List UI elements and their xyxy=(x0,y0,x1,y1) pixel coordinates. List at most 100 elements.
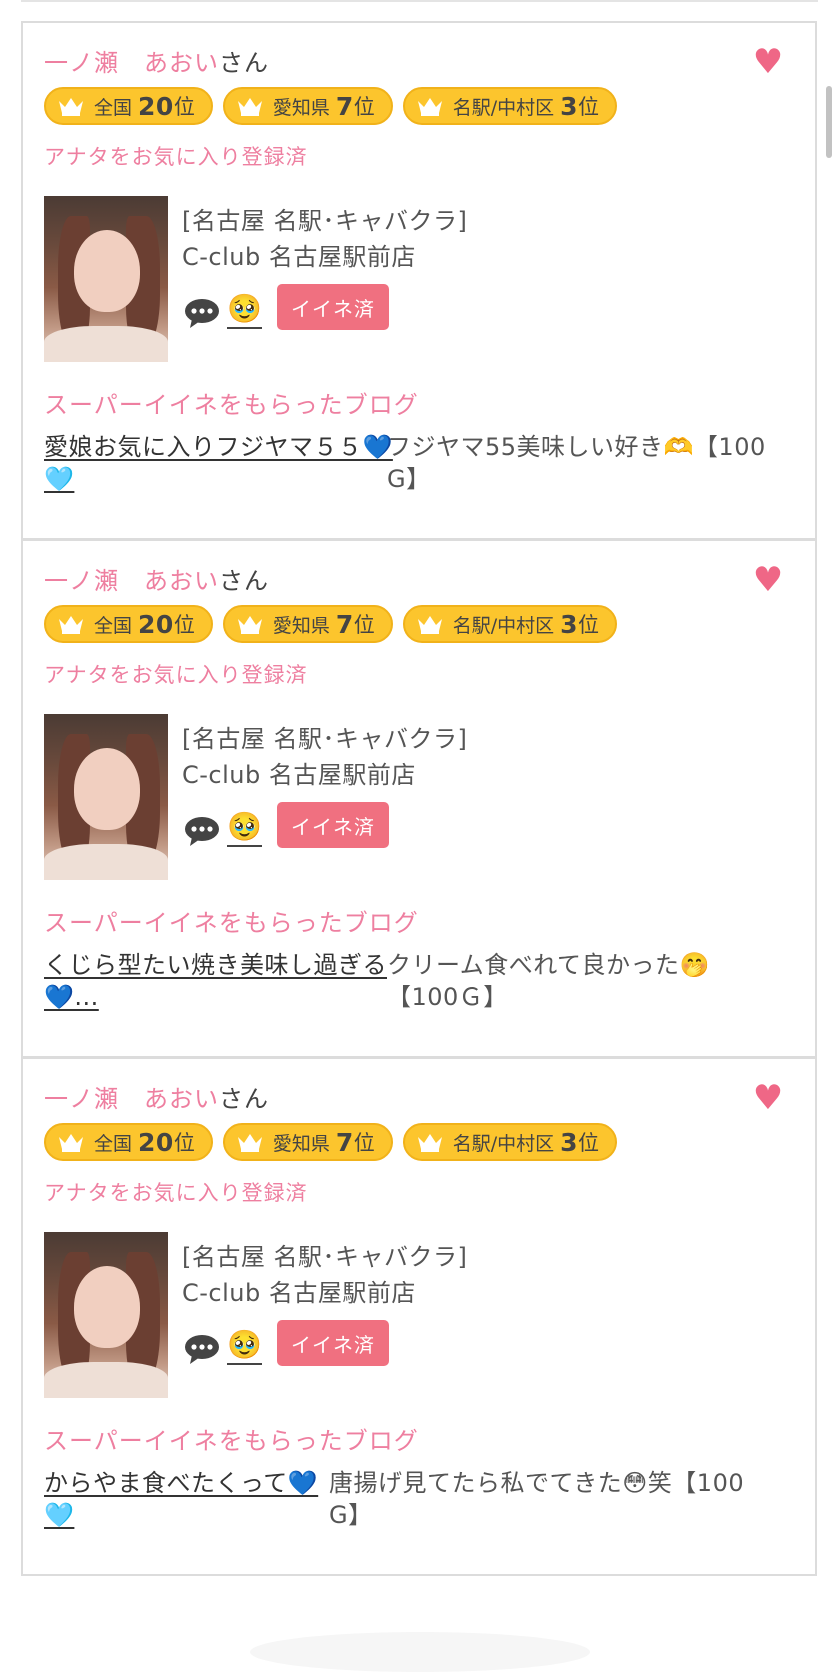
rank-area: 全国 xyxy=(94,614,133,637)
favorite-status: アナタをお気に入り登録済 xyxy=(44,145,308,169)
user-name-row: 一ノ瀬 あおいさん xyxy=(44,561,269,596)
rank-badge-prefecture[interactable]: 愛知県 7 位 xyxy=(222,87,393,125)
chat-bubble-icon[interactable] xyxy=(184,297,220,329)
rank-number: 3 xyxy=(560,91,579,121)
shop-category: [名古屋 名駅･キャバクラ] xyxy=(182,1243,468,1271)
reaction-emoji[interactable]: 🥹 xyxy=(227,1327,262,1365)
avatar[interactable] xyxy=(44,714,168,880)
rank-area: 全国 xyxy=(94,96,133,119)
heart-icon[interactable]: ♥ xyxy=(751,45,785,79)
supporter-card: 一ノ瀬 あおいさん ♥ 全国 20 位 愛知県 7 位 名駅/中村区 3 位 アナタをお気に… xyxy=(21,21,817,540)
rank-area: 名駅/中村区 xyxy=(452,614,555,637)
scrollbar[interactable] xyxy=(826,86,832,158)
rank-suffix: 位 xyxy=(578,95,600,119)
user-name[interactable]: 一ノ瀬 あおい xyxy=(44,49,219,77)
blog-excerpt-line: G】 xyxy=(387,465,431,493)
rank-badge-district[interactable]: 名駅/中村区 3 位 xyxy=(402,1123,618,1161)
favorite-status: アナタをお気に入り登録済 xyxy=(44,1181,308,1205)
honorific: さん xyxy=(219,567,269,595)
blog-excerpt: クリーム食べれて良かった🤭 【100Ｇ】 xyxy=(387,949,710,1013)
crown-icon xyxy=(237,98,262,116)
blog-title-link[interactable]: 愛娘お気に入りフジヤマ５５💙 🩵 xyxy=(44,431,393,495)
shop-name[interactable]: C-club 名古屋駅前店 xyxy=(182,237,416,272)
rank-suffix: 位 xyxy=(578,1131,600,1155)
blog-excerpt-line: フジヤマ55美味しい好き🫶【100 xyxy=(387,433,766,461)
heart-icon[interactable]: ♥ xyxy=(751,563,785,597)
rank-suffix: 位 xyxy=(173,613,195,637)
rank-area: 名駅/中村区 xyxy=(452,1132,555,1155)
rank-suffix: 位 xyxy=(353,95,375,119)
rank-suffix: 位 xyxy=(173,95,195,119)
blog-excerpt: フジヤマ55美味しい好き🫶【100 G】 xyxy=(387,431,766,495)
rank-badge-prefecture[interactable]: 愛知県 7 位 xyxy=(222,605,393,643)
reaction-emoji[interactable]: 🥹 xyxy=(227,291,262,329)
rank-number: 20 xyxy=(138,91,174,121)
rank-area: 全国 xyxy=(94,1132,133,1155)
top-divider xyxy=(21,0,818,2)
rank-badge-district[interactable]: 名駅/中村区 3 位 xyxy=(402,605,618,643)
favorite-status: アナタをお気に入り登録済 xyxy=(44,663,308,687)
crown-icon xyxy=(417,98,442,116)
reaction-emoji[interactable]: 🥹 xyxy=(227,809,262,847)
heart-icon[interactable]: ♥ xyxy=(751,1081,785,1115)
blog-title-link[interactable]: くじら型たい焼き美味し過ぎる 💙... xyxy=(44,949,387,1013)
like-button[interactable]: イイネ済 xyxy=(277,1320,389,1366)
shop-name[interactable]: C-club 名古屋駅前店 xyxy=(182,1273,416,1308)
user-name[interactable]: 一ノ瀬 あおい xyxy=(44,1085,219,1113)
rank-number: 3 xyxy=(560,1127,579,1157)
user-name[interactable]: 一ノ瀬 あおい xyxy=(44,567,219,595)
shop-category: [名古屋 名駅･キャバクラ] xyxy=(182,207,468,235)
ranking-badges: 全国 20 位 愛知県 7 位 名駅/中村区 3 位 xyxy=(44,605,618,643)
crown-icon xyxy=(59,98,83,116)
rank-badge-district[interactable]: 名駅/中村区 3 位 xyxy=(402,87,618,125)
user-name-row: 一ノ瀬 あおいさん xyxy=(44,43,269,78)
section-title: スーパーイイネをもらったブログ xyxy=(44,909,419,937)
blog-title-line: 💙... xyxy=(44,983,99,1011)
rank-badge-prefecture[interactable]: 愛知県 7 位 xyxy=(222,1123,393,1161)
blog-title-line: くじら型たい焼き美味し過ぎる xyxy=(44,951,387,979)
rank-number: 7 xyxy=(335,609,354,639)
rank-badge-national[interactable]: 全国 20 位 xyxy=(44,1123,213,1161)
ranking-badges: 全国 20 位 愛知県 7 位 名駅/中村区 3 位 xyxy=(44,87,618,125)
chat-bubble-icon[interactable] xyxy=(184,815,220,847)
rank-badge-national[interactable]: 全国 20 位 xyxy=(44,87,213,125)
like-button[interactable]: イイネ済 xyxy=(277,802,389,848)
blog-title-line: からやま食べたくって💙 xyxy=(44,1469,319,1497)
blog-title-line: 🩵 xyxy=(44,465,75,493)
chat-bubble-icon[interactable] xyxy=(184,1333,220,1365)
honorific: さん xyxy=(219,49,269,77)
blog-excerpt-line: 唐揚げ見てたら私でてきた😳笑【100 xyxy=(329,1469,745,1497)
bottom-fade xyxy=(250,1632,590,1672)
blog-title-line: 🩵 xyxy=(44,1501,75,1529)
crown-icon xyxy=(417,616,442,634)
blog-excerpt: 唐揚げ見てたら私でてきた😳笑【100 G】 xyxy=(329,1467,744,1531)
rank-number: 7 xyxy=(335,91,354,121)
rank-badge-national[interactable]: 全国 20 位 xyxy=(44,605,213,643)
rank-area: 愛知県 xyxy=(272,614,330,637)
blog-title-line: 愛娘お気に入りフジヤマ５５💙 xyxy=(44,433,393,461)
blog-excerpt-line: G】 xyxy=(329,1501,373,1529)
rank-suffix: 位 xyxy=(578,613,600,637)
blog-excerpt-line: 【100Ｇ】 xyxy=(387,983,508,1011)
blog-title-link[interactable]: からやま食べたくって💙 🩵 xyxy=(44,1467,318,1531)
shop-name[interactable]: C-club 名古屋駅前店 xyxy=(182,755,416,790)
rank-suffix: 位 xyxy=(173,1131,195,1155)
shop-category: [名古屋 名駅･キャバクラ] xyxy=(182,725,468,753)
like-button[interactable]: イイネ済 xyxy=(277,284,389,330)
crown-icon xyxy=(59,1134,83,1152)
rank-suffix: 位 xyxy=(353,613,375,637)
honorific: さん xyxy=(219,1085,269,1113)
rank-number: 20 xyxy=(138,609,174,639)
rank-suffix: 位 xyxy=(353,1131,375,1155)
avatar[interactable] xyxy=(44,196,168,362)
rank-number: 3 xyxy=(560,609,579,639)
user-name-row: 一ノ瀬 あおいさん xyxy=(44,1079,269,1114)
crown-icon xyxy=(59,616,83,634)
avatar[interactable] xyxy=(44,1232,168,1398)
crown-icon xyxy=(237,616,262,634)
supporter-card: 一ノ瀬 あおいさん ♥ 全国 20 位 愛知県 7 位 名駅/中村区 3 位 アナタをお気に… xyxy=(21,1057,817,1576)
rank-area: 愛知県 xyxy=(272,96,330,119)
ranking-badges: 全国 20 位 愛知県 7 位 名駅/中村区 3 位 xyxy=(44,1123,618,1161)
rank-area: 名駅/中村区 xyxy=(452,96,555,119)
blog-excerpt-line: クリーム食べれて良かった🤭 xyxy=(387,951,710,979)
